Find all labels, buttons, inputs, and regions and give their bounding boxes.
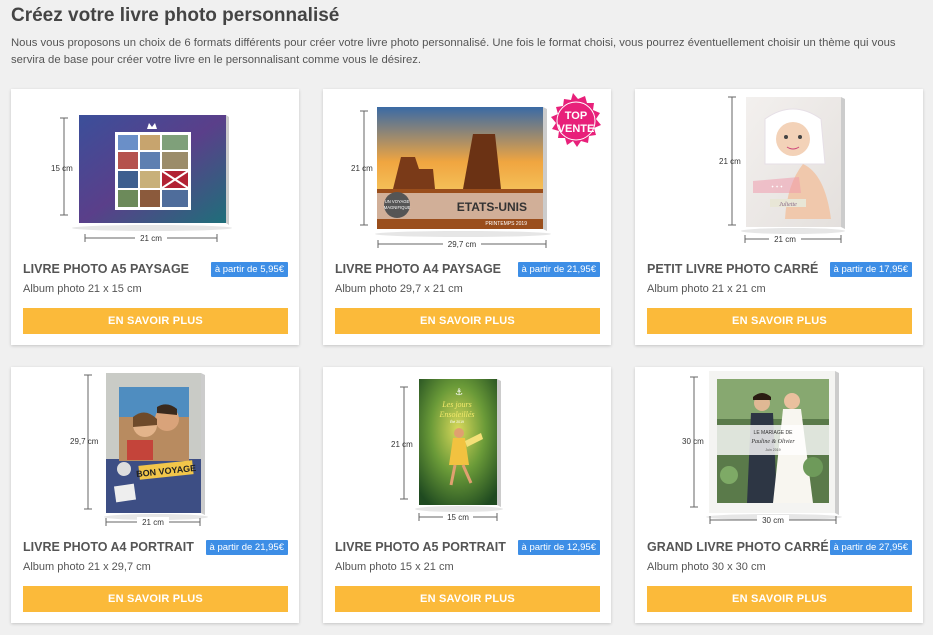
cover-line1: Les jours: [441, 400, 472, 409]
dim-width-label: 21 cm: [774, 235, 796, 244]
product-subtitle: Album photo 15 x 21 cm: [335, 561, 454, 573]
dim-width-label: 30 cm: [762, 516, 784, 525]
intro-text: Nous vous proposons un choix de 6 format…: [11, 37, 896, 66]
learn-more-button[interactable]: EN SAVOIR PLUS: [647, 586, 912, 612]
cover-small: Juin 2019: [765, 448, 780, 452]
dim-height-label: 29,7 cm: [70, 437, 99, 446]
price-badge: à partir de 27,95€: [829, 540, 912, 555]
product-image-a5-paysage[interactable]: 15 cm 21 cm: [11, 89, 299, 253]
dim-height-label: 21 cm: [351, 164, 373, 173]
cover-small: PRINTEMPS 2019: [485, 221, 527, 227]
learn-more-button[interactable]: EN SAVOIR PLUS: [335, 308, 600, 334]
product-image-a4-portrait[interactable]: 29,7 cm BON VOYAGE 21 cm: [11, 367, 299, 531]
product-subtitle: Album photo 30 x 30 cm: [647, 561, 766, 573]
product-subtitle: Album photo 21 x 29,7 cm: [23, 561, 151, 573]
price-badge: à partir de 12,95€: [517, 540, 600, 555]
cover-title: ETATS-UNIS: [457, 200, 527, 214]
top-vente-badge: TOP VENTE: [551, 93, 601, 147]
dim-width-label: 29,7 cm: [448, 240, 477, 249]
price-badge: à partir de 17,95€: [829, 262, 912, 277]
product-grid: 15 cm 21 cm LIVRE PHOTO A5 PAYSAGE à par…: [11, 89, 923, 623]
cover-title: Juliette: [779, 202, 797, 208]
dim-height-label: 21 cm: [391, 440, 413, 449]
price-badge: à partir de 5,95€: [210, 262, 288, 277]
product-title[interactable]: LIVRE PHOTO A5 PORTRAIT: [335, 540, 506, 554]
dim-width-label: 21 cm: [142, 518, 164, 527]
cover-line2: Ensoleillés: [438, 410, 474, 419]
product-subtitle: Album photo 21 x 15 cm: [23, 283, 142, 295]
cover-small: Été 2019: [450, 419, 464, 424]
product-subtitle: Album photo 29,7 x 21 cm: [335, 283, 463, 295]
cover-badge-line2: MAGNIFIQUE: [384, 205, 411, 210]
learn-more-button[interactable]: EN SAVOIR PLUS: [23, 586, 288, 612]
product-title[interactable]: GRAND LIVRE PHOTO CARRÉ: [647, 540, 829, 554]
product-subtitle: Album photo 21 x 21 cm: [647, 283, 766, 295]
learn-more-button[interactable]: EN SAVOIR PLUS: [23, 308, 288, 334]
top-vente-line1: TOP: [565, 110, 587, 122]
product-card-a5-portrait[interactable]: 21 cm ⚓ Les jours Ensoleillés Été 2019 1…: [323, 367, 611, 623]
dim-height-label: 21 cm: [719, 157, 741, 166]
learn-more-button[interactable]: EN SAVOIR PLUS: [335, 586, 600, 612]
cover-line1: LE MARIAGE DE: [754, 430, 794, 436]
svg-text:✦ ✦ ✦: ✦ ✦ ✦: [771, 184, 784, 189]
price-badge: à partir de 21,95€: [205, 540, 288, 555]
product-image-a5-portrait[interactable]: 21 cm ⚓ Les jours Ensoleillés Été 2019 1…: [323, 367, 611, 531]
product-card-a5-paysage[interactable]: 15 cm 21 cm LIVRE PHOTO A5 PAYSAGE à par…: [11, 89, 299, 345]
dim-height-label: 30 cm: [682, 437, 704, 446]
anchor-icon: ⚓: [455, 388, 463, 398]
product-card-a4-portrait[interactable]: 29,7 cm BON VOYAGE 21 cm LIVRE PHOTO A4 …: [11, 367, 299, 623]
product-title[interactable]: PETIT LIVRE PHOTO CARRÉ: [647, 262, 818, 276]
product-image-petit-carre[interactable]: 21 cm ✦ ✦ ✦ Juliette 21 cm: [635, 89, 923, 253]
page-title: Créez votre livre photo personnalisé: [11, 5, 340, 26]
dim-width-label: 21 cm: [140, 234, 162, 243]
top-vente-line2: VENTE: [558, 123, 595, 135]
product-card-grand-carre[interactable]: 30 cm LE MARIAGE DE Pauline & Olivier Ju…: [635, 367, 923, 623]
product-card-a4-paysage[interactable]: 21 cm ETATS-UNIS PRINTEMPS 2019 UN VOYAG…: [323, 89, 611, 345]
dim-height-label: 15 cm: [51, 164, 73, 173]
product-title[interactable]: LIVRE PHOTO A4 PORTRAIT: [23, 540, 194, 554]
cover-line2: Pauline & Olivier: [750, 439, 795, 445]
cover-badge-line1: UN VOYAGE: [385, 199, 410, 204]
learn-more-button[interactable]: EN SAVOIR PLUS: [647, 308, 912, 334]
product-image-grand-carre[interactable]: 30 cm LE MARIAGE DE Pauline & Olivier Ju…: [635, 367, 923, 531]
price-badge: à partir de 21,95€: [517, 262, 600, 277]
product-card-petit-carre[interactable]: 21 cm ✦ ✦ ✦ Juliette 21 cm PETIT LIVRE P…: [635, 89, 923, 345]
dim-width-label: 15 cm: [447, 513, 469, 522]
product-image-a4-paysage[interactable]: 21 cm ETATS-UNIS PRINTEMPS 2019 UN VOYAG…: [323, 89, 611, 253]
product-title[interactable]: LIVRE PHOTO A4 PAYSAGE: [335, 262, 501, 276]
product-title[interactable]: LIVRE PHOTO A5 PAYSAGE: [23, 262, 189, 276]
